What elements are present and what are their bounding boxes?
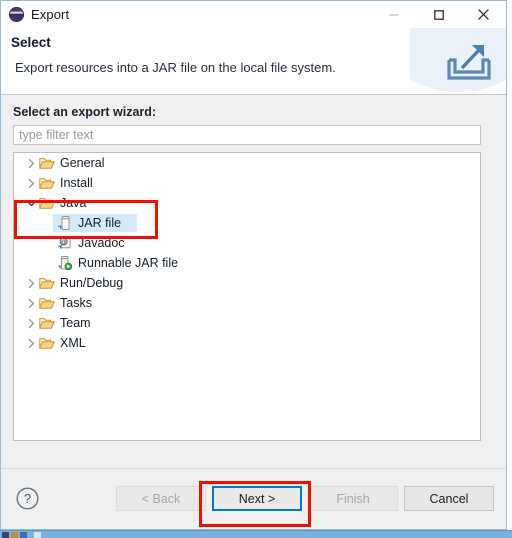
- tree-item-label: Tasks: [60, 296, 92, 310]
- tree-item[interactable]: Install: [14, 173, 480, 193]
- page-title: Select: [11, 35, 51, 50]
- back-button[interactable]: < Back: [116, 486, 206, 511]
- tree-item-label: General: [60, 156, 105, 170]
- next-button[interactable]: Next >: [212, 486, 302, 511]
- tree-item[interactable]: General: [14, 153, 480, 173]
- svg-text:?: ?: [24, 491, 31, 506]
- window-controls: [371, 1, 506, 28]
- tree-item-label: Run/Debug: [60, 276, 124, 290]
- filter-input[interactable]: [13, 125, 481, 145]
- minimize-icon[interactable]: [371, 1, 416, 28]
- header-banner: [410, 28, 506, 94]
- tree-item[interactable]: XML: [14, 333, 480, 353]
- chevron-right-icon[interactable]: [24, 278, 38, 289]
- tree-item-label: XML: [60, 336, 86, 350]
- folder-icon: [38, 276, 56, 290]
- title-bar: Export: [1, 1, 506, 28]
- tree-item[interactable]: Run/Debug: [14, 273, 480, 293]
- chevron-right-icon[interactable]: [24, 318, 38, 329]
- folder-icon: [38, 196, 56, 210]
- chevron-right-icon[interactable]: [24, 338, 38, 349]
- dialog-button-row: < Back Next > Finish Cancel: [116, 486, 494, 511]
- taskbar-icon: [11, 532, 18, 538]
- export-arrow-icon: [443, 40, 495, 91]
- taskbar-icon: [34, 532, 41, 538]
- title-bar-left: Export: [1, 7, 69, 22]
- dialog-header: Select Export resources into a JAR file …: [1, 28, 506, 95]
- tree-item-label: Java: [60, 196, 87, 210]
- tree-item[interactable]: Runnable JAR file: [14, 253, 480, 273]
- window-title: Export: [31, 7, 70, 22]
- cancel-button[interactable]: Cancel: [404, 486, 494, 511]
- tree-item[interactable]: Java: [14, 193, 480, 213]
- tree-item-label: Install: [60, 176, 93, 190]
- page-description: Export resources into a JAR file on the …: [15, 60, 336, 75]
- folder-icon: [38, 316, 56, 330]
- javadoc-icon: @: [56, 235, 74, 251]
- maximize-icon[interactable]: [416, 1, 461, 28]
- chevron-right-icon[interactable]: [24, 298, 38, 309]
- desktop-taskbar: [0, 530, 512, 538]
- svg-text:@: @: [61, 240, 67, 246]
- tree-item[interactable]: Team: [14, 313, 480, 333]
- export-wizard-tree[interactable]: General Install Java JAR file @ Javadoc Runnab…: [13, 152, 481, 441]
- jar-file-icon: [56, 215, 74, 231]
- tree-item[interactable]: Tasks: [14, 293, 480, 313]
- folder-icon: [38, 156, 56, 170]
- chevron-right-icon[interactable]: [24, 158, 38, 169]
- chevron-down-icon[interactable]: [24, 199, 38, 208]
- folder-icon: [38, 296, 56, 310]
- tree-item-label: JAR file: [78, 216, 122, 230]
- finish-button[interactable]: Finish: [308, 486, 398, 511]
- help-question-icon[interactable]: ?: [15, 486, 40, 511]
- chevron-right-icon[interactable]: [24, 178, 38, 189]
- eclipse-icon: [9, 7, 24, 22]
- export-dialog-window: Export Select Export resources into a JA…: [0, 0, 507, 530]
- folder-icon: [38, 176, 56, 190]
- dialog-body: Select an export wizard: General Install J…: [1, 95, 506, 469]
- wizard-select-label: Select an export wizard:: [13, 105, 157, 119]
- tree-item-label: Runnable JAR file: [78, 256, 179, 270]
- dialog-footer: ? < Back Next > Finish Cancel: [1, 468, 506, 529]
- tree-item-label: Team: [60, 316, 91, 330]
- tree-item[interactable]: JAR file: [14, 213, 480, 233]
- runnable-jar-icon: [56, 255, 74, 271]
- taskbar-icon: [20, 532, 27, 538]
- close-icon[interactable]: [461, 1, 506, 28]
- tree-item-label: Javadoc: [78, 236, 125, 250]
- taskbar-icon: [2, 532, 9, 538]
- folder-icon: [38, 336, 56, 350]
- tree-item[interactable]: @ Javadoc: [14, 233, 480, 253]
